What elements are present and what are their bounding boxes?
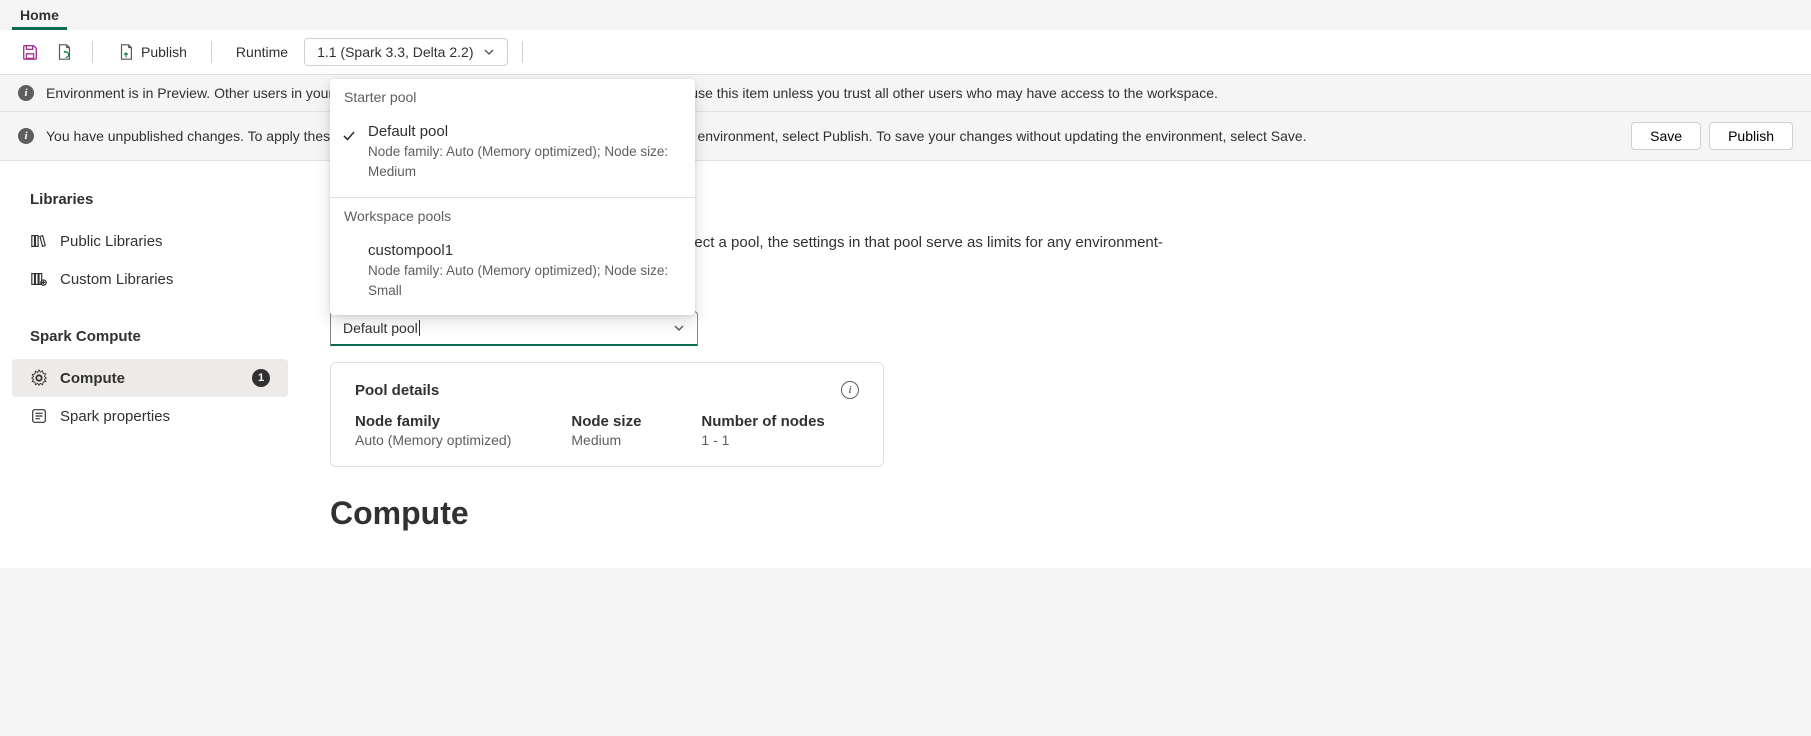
- refresh-page-button[interactable]: [50, 38, 78, 66]
- pool-details-card: Pool details i Node family Auto (Memory …: [330, 362, 884, 467]
- tabs-bar: Home: [0, 0, 1811, 30]
- save-button[interactable]: [16, 38, 44, 66]
- pool-details-grid: Node family Auto (Memory optimized) Node…: [355, 413, 859, 448]
- pool-detail-numnodes: Number of nodes 1 - 1: [701, 413, 824, 448]
- runtime-label: Runtime: [226, 40, 298, 64]
- runtime-select[interactable]: 1.1 (Spark 3.3, Delta 2.2): [304, 38, 508, 66]
- sidebar-item-compute[interactable]: Compute 1: [12, 359, 288, 397]
- chevron-down-icon: [673, 322, 685, 334]
- node-family-value: Auto (Memory optimized): [355, 432, 511, 448]
- sidebar-section-libraries: Libraries: [12, 185, 288, 222]
- banner-publish-button[interactable]: Publish: [1709, 122, 1793, 150]
- info-icon: i: [18, 85, 34, 101]
- dropdown-option-subtitle: Node family: Auto (Memory optimized); No…: [368, 142, 681, 183]
- dropdown-option-custompool1[interactable]: custompool1 Node family: Auto (Memory op…: [330, 234, 695, 316]
- sidebar-item-custom-libraries[interactable]: Custom Libraries: [12, 260, 288, 298]
- publish-label: Publish: [141, 44, 187, 60]
- toolbar-divider: [522, 41, 523, 63]
- properties-icon: [30, 407, 48, 425]
- main-area: uration Spark job definitions in this en…: [300, 161, 1811, 568]
- sidebar-item-public-libraries[interactable]: Public Libraries: [12, 222, 288, 260]
- sidebar-item-label: Compute: [60, 370, 125, 387]
- sidebar-item-label: Spark properties: [60, 408, 170, 425]
- publish-button[interactable]: Publish: [107, 39, 197, 65]
- preview-banner-text: Environment is in Preview. Other users i…: [46, 85, 1793, 101]
- public-libraries-icon: [30, 232, 48, 250]
- toolbar-divider: [211, 41, 212, 63]
- compute-badge: 1: [252, 369, 270, 387]
- node-family-label: Node family: [355, 413, 511, 430]
- info-icon: i: [18, 128, 34, 144]
- sidebar-item-label: Public Libraries: [60, 233, 163, 250]
- dropdown-group-workspace: Workspace pools: [330, 198, 695, 234]
- pool-detail-nodefamily: Node family Auto (Memory optimized): [355, 413, 511, 448]
- sidebar-item-label: Custom Libraries: [60, 271, 173, 288]
- unpublished-banner: i You have unpublished changes. To apply…: [0, 112, 1811, 161]
- node-size-value: Medium: [571, 432, 641, 448]
- save-icon: [21, 43, 39, 61]
- node-size-label: Node size: [571, 413, 641, 430]
- banner-actions: Save Publish: [1631, 122, 1793, 150]
- dropdown-option-title: custompool1: [368, 242, 681, 259]
- dropdown-option-default-pool[interactable]: Default pool Node family: Auto (Memory o…: [330, 115, 695, 197]
- pool-details-header: Pool details i: [355, 381, 859, 399]
- pool-details-title: Pool details: [355, 382, 439, 399]
- custom-libraries-icon: [30, 270, 48, 288]
- dropdown-option-title: Default pool: [368, 123, 681, 140]
- publish-icon: [117, 43, 135, 61]
- sidebar-item-spark-properties[interactable]: Spark properties: [12, 397, 288, 435]
- content-wrapper: Libraries Public Libraries Custom Librar…: [0, 161, 1811, 568]
- page-refresh-icon: [55, 43, 73, 61]
- env-pool-select-wrapper: Starter pool Default pool Node family: A…: [330, 311, 698, 346]
- toolbar: Publish Runtime 1.1 (Spark 3.3, Delta 2.…: [0, 30, 1811, 75]
- env-pool-value: Default pool: [343, 320, 420, 336]
- num-nodes-label: Number of nodes: [701, 413, 824, 430]
- pool-details-info-button[interactable]: i: [841, 381, 859, 399]
- unpublished-banner-text: You have unpublished changes. To apply t…: [46, 128, 1619, 144]
- sidebar: Libraries Public Libraries Custom Librar…: [0, 161, 300, 568]
- dropdown-option-subtitle: Node family: Auto (Memory optimized); No…: [368, 261, 681, 302]
- environment-pool-select[interactable]: Default pool: [330, 311, 698, 346]
- dropdown-group-starter: Starter pool: [330, 79, 695, 115]
- tab-home[interactable]: Home: [12, 1, 67, 30]
- sidebar-section-spark-compute: Spark Compute: [12, 322, 288, 359]
- compute-heading: Compute: [330, 495, 1781, 532]
- preview-banner: i Environment is in Preview. Other users…: [0, 75, 1811, 112]
- runtime-value: 1.1 (Spark 3.3, Delta 2.2): [317, 44, 473, 60]
- pool-detail-nodesize: Node size Medium: [571, 413, 641, 448]
- toolbar-divider: [92, 41, 93, 63]
- gear-icon: [30, 369, 48, 387]
- check-icon: [342, 129, 356, 143]
- banner-save-button[interactable]: Save: [1631, 122, 1701, 150]
- chevron-down-icon: [483, 46, 495, 58]
- pool-dropdown: Starter pool Default pool Node family: A…: [330, 79, 695, 315]
- num-nodes-value: 1 - 1: [701, 432, 824, 448]
